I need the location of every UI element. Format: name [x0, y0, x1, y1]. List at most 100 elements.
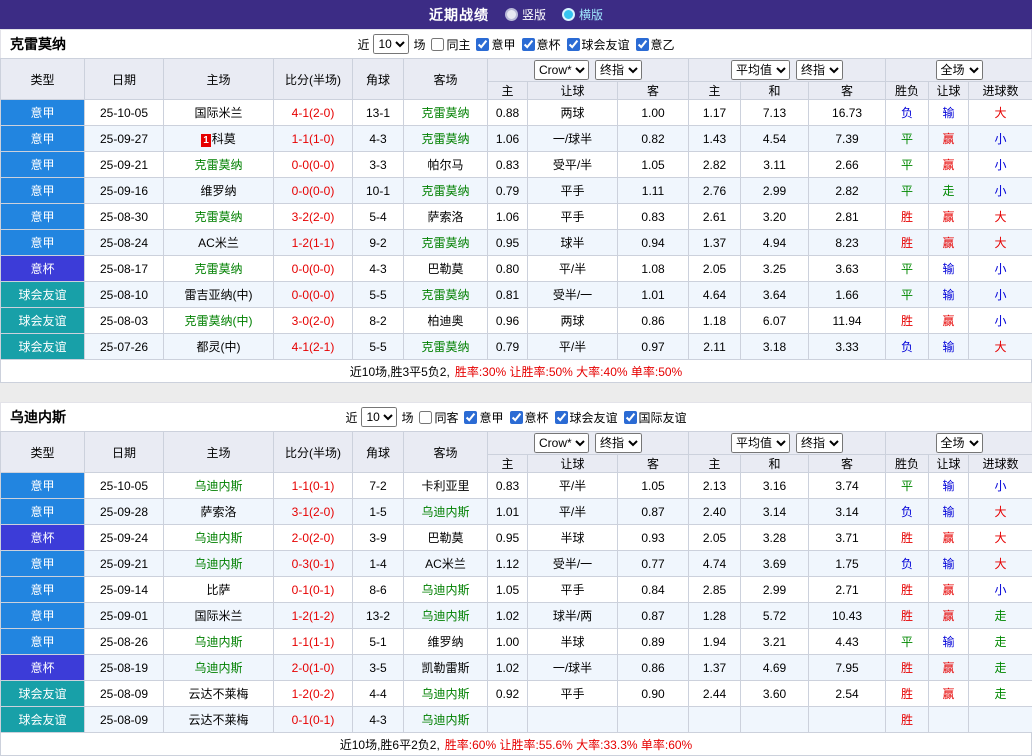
league-filter-2[interactable]: 球会友谊 [561, 36, 630, 53]
league-filter-input-1[interactable] [510, 411, 523, 424]
team-link[interactable]: 乌迪内斯 [421, 505, 469, 519]
result-cell: 赢 [929, 681, 969, 707]
euro-odds-cell: 2.13 [689, 473, 741, 499]
team-link[interactable]: 乌迪内斯 [421, 687, 469, 701]
team-link[interactable]: 乌迪内斯 [194, 635, 242, 649]
asian-stage-select[interactable]: 终指 [595, 433, 642, 453]
match-count-select[interactable]: 10 [373, 34, 409, 54]
asian-odds-cell: 平/半 [528, 256, 618, 282]
match-row: 球会友谊 25-08-09 云达不莱梅 0-1(0-1) 4-3 乌迪内斯 胜 [1, 707, 1032, 733]
team-link[interactable]: 克雷莫纳 [194, 158, 242, 172]
summary-row: 近10场,胜3平5负2, 胜率:30% 让胜率:50% 大率:40% 单率:50… [0, 360, 1032, 383]
competition-cell: 意甲 [1, 577, 85, 603]
team-link[interactable]: 克雷莫纳 [194, 210, 242, 224]
asian-stage-select[interactable]: 终指 [595, 60, 642, 80]
team-link[interactable]: 萨索洛 [200, 505, 236, 519]
result-cell: 小 [969, 282, 1032, 308]
average-select[interactable]: 平均值 [731, 60, 790, 80]
team-link[interactable]: 克雷莫纳 [421, 184, 469, 198]
league-filter-0[interactable]: 意甲 [470, 36, 515, 53]
asian-odds-cell: 1.02 [488, 655, 528, 681]
competition-cell: 意杯 [1, 256, 85, 282]
euro-stage-select[interactable]: 终指 [796, 433, 843, 453]
radio-vertical-layout[interactable]: 竖版 [505, 6, 546, 23]
league-filter-input-2[interactable] [567, 38, 580, 51]
team-link[interactable]: 国际米兰 [194, 609, 242, 623]
team-link[interactable]: 乌迪内斯 [421, 609, 469, 623]
asian-odds-cell: 1.06 [488, 126, 528, 152]
away-team-cell: 乌迪内斯 [404, 499, 488, 525]
corner-cell: 3-9 [353, 525, 404, 551]
team-link[interactable]: 凯勒雷斯 [421, 661, 469, 675]
away-team-cell: 卡利亚里 [404, 473, 488, 499]
column-header-2: 主场 [164, 432, 274, 473]
team-link[interactable]: 维罗纳 [427, 635, 463, 649]
team-link[interactable]: 柏迪奥 [427, 314, 463, 328]
asian-odds-cell: 1.00 [618, 100, 689, 126]
league-filter-input-1[interactable] [522, 38, 535, 51]
team-link[interactable]: 克雷莫纳 [421, 132, 469, 146]
team-link[interactable]: 巴勒莫 [427, 531, 463, 545]
league-filter-input-3[interactable] [636, 38, 649, 51]
euro-odds-cell: 3.28 [741, 525, 809, 551]
team-link[interactable]: 克雷莫纳(中) [185, 314, 253, 328]
team-link[interactable]: 乌迪内斯 [194, 661, 242, 675]
team-link[interactable]: 帕尔马 [427, 158, 463, 172]
league-filter-1[interactable]: 意杯 [516, 36, 561, 53]
bookmaker-select[interactable]: Crow* [534, 433, 589, 453]
team-link[interactable]: AC米兰 [198, 236, 239, 250]
league-filter-input-2[interactable] [555, 411, 568, 424]
team-link[interactable]: 乌迪内斯 [421, 583, 469, 597]
league-filter-input-0[interactable] [476, 38, 489, 51]
same-venue-input[interactable] [431, 38, 444, 51]
team-link[interactable]: 乌迪内斯 [194, 479, 242, 493]
score-cell: 4-1(2-0) [274, 100, 353, 126]
competition-cell: 意甲 [1, 152, 85, 178]
team-link[interactable]: 克雷莫纳 [421, 340, 469, 354]
scope-select[interactable]: 全场 [936, 60, 983, 80]
average-select[interactable]: 平均值 [731, 433, 790, 453]
corner-cell: 3-5 [353, 655, 404, 681]
team-link[interactable]: 卡利亚里 [421, 479, 469, 493]
team-link[interactable]: 克雷莫纳 [421, 106, 469, 120]
league-filter-3[interactable]: 意乙 [630, 36, 675, 53]
team-link[interactable]: 巴勒莫 [427, 262, 463, 276]
team-link[interactable]: 乌迪内斯 [421, 713, 469, 727]
league-filter-3[interactable]: 国际友谊 [618, 409, 687, 426]
team-link[interactable]: 科莫 [212, 132, 236, 146]
team-link[interactable]: 云达不莱梅 [188, 713, 248, 727]
league-filter-input-0[interactable] [464, 411, 477, 424]
team-link[interactable]: AC米兰 [425, 557, 466, 571]
team-link[interactable]: 国际米兰 [194, 106, 242, 120]
euro-stage-select[interactable]: 终指 [796, 60, 843, 80]
team-link[interactable]: 克雷莫纳 [194, 262, 242, 276]
league-filter-2[interactable]: 球会友谊 [549, 409, 618, 426]
result-cell: 走 [929, 178, 969, 204]
team-link[interactable]: 乌迪内斯 [194, 557, 242, 571]
match-count-select[interactable]: 10 [361, 407, 397, 427]
team-link[interactable]: 维罗纳 [200, 184, 236, 198]
team-link[interactable]: 云达不莱梅 [188, 687, 248, 701]
team-link[interactable]: 比萨 [206, 583, 230, 597]
team-link[interactable]: 克雷莫纳 [421, 236, 469, 250]
away-team-cell: 克雷莫纳 [404, 178, 488, 204]
column-header-3: 比分(半场) [274, 59, 353, 100]
euro-odds-cell: 3.16 [741, 473, 809, 499]
result-cell: 大 [969, 525, 1032, 551]
team-link[interactable]: 克雷莫纳 [421, 288, 469, 302]
scope-select[interactable]: 全场 [936, 433, 983, 453]
team-link[interactable]: 雷吉亚纳(中) [185, 288, 253, 302]
league-filter-input-3[interactable] [624, 411, 637, 424]
team-link[interactable]: 乌迪内斯 [194, 531, 242, 545]
sub-header-3: 主 [689, 82, 741, 100]
same-venue-checkbox[interactable]: 同主 [425, 36, 470, 53]
team-link[interactable]: 都灵(中) [197, 340, 241, 354]
same-venue-input[interactable] [419, 411, 432, 424]
same-venue-checkbox[interactable]: 同客 [413, 409, 458, 426]
team-link[interactable]: 萨索洛 [427, 210, 463, 224]
near-label: 近 [345, 409, 357, 426]
bookmaker-select[interactable]: Crow* [534, 60, 589, 80]
league-filter-1[interactable]: 意杯 [504, 409, 549, 426]
radio-horizontal-layout[interactable]: 横版 [562, 6, 603, 23]
league-filter-0[interactable]: 意甲 [458, 409, 503, 426]
